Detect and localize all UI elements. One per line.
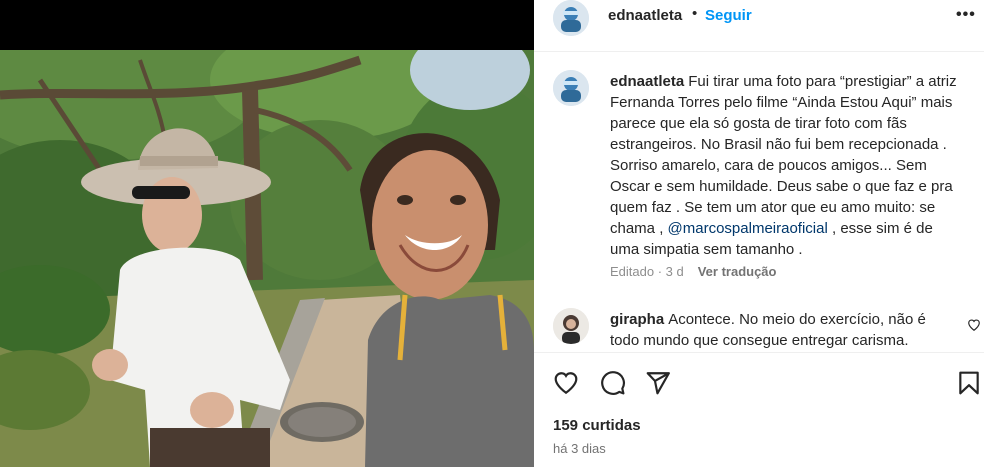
likes-count[interactable]: 159 curtidas <box>553 417 641 434</box>
post-timestamp[interactable]: há 3 dias <box>553 441 606 456</box>
author-avatar[interactable] <box>553 0 589 36</box>
post-side-panel: ednaatleta • Seguir ••• ednaatleta Fui ti… <box>534 0 984 467</box>
more-options-icon[interactable]: ••• <box>956 6 976 24</box>
media-panel <box>0 0 534 467</box>
post-header: ednaatleta • Seguir ••• <box>534 0 984 52</box>
follow-button[interactable]: Seguir <box>705 7 752 24</box>
caption-username[interactable]: ednaatleta <box>610 73 684 90</box>
post-actions: 159 curtidas há 3 dias <box>534 352 984 467</box>
comment-item: girapha Acontece. No meio do exercício, n… <box>610 309 955 351</box>
edited-timestamp: Editado · 3 d <box>610 264 684 279</box>
post-photo[interactable] <box>0 50 534 467</box>
caption-mention-link[interactable]: @marcospalmeiraoficial <box>668 220 828 237</box>
comment-username[interactable]: girapha <box>610 311 664 328</box>
comment-heart-icon[interactable] <box>967 318 981 332</box>
share-icon[interactable] <box>645 370 671 396</box>
author-username[interactable]: ednaatleta <box>608 7 682 24</box>
post-caption: ednaatleta Fui tirar uma foto para “prest… <box>610 71 960 260</box>
comments-area[interactable]: ednaatleta Fui tirar uma foto para “prest… <box>534 52 984 352</box>
see-translation-button[interactable]: Ver tradução <box>698 264 777 279</box>
caption-text-before: Fui tirar uma foto para “prestigiar” a a… <box>610 73 957 237</box>
reply-author-avatar[interactable] <box>553 308 589 344</box>
header-separator: • <box>692 5 698 22</box>
bookmark-icon[interactable] <box>956 370 982 396</box>
caption-author-avatar[interactable] <box>553 70 589 106</box>
comment-icon[interactable] <box>600 370 626 396</box>
caption-meta: Editado · 3 d Ver tradução <box>610 264 776 279</box>
heart-icon[interactable] <box>553 370 579 396</box>
